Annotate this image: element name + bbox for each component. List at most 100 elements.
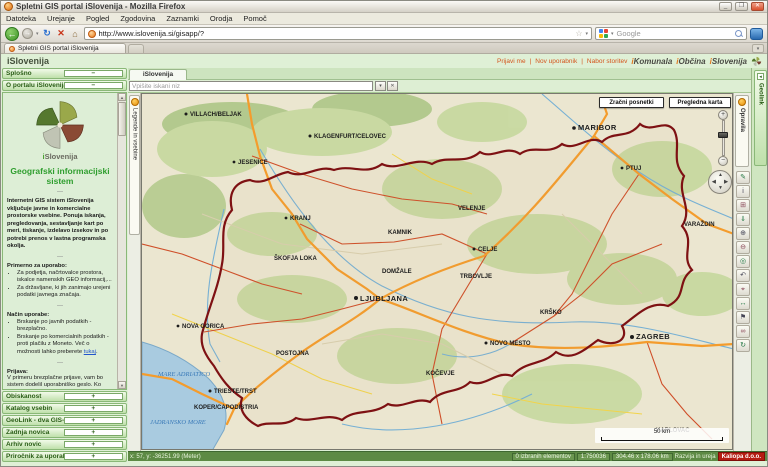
services-link[interactable]: Nabor storitev (587, 58, 627, 65)
map-city-label: KOPER/CAPODISTRIA (194, 405, 259, 411)
tab-gis-portal[interactable]: Spletni GIS portal iSlovenija (4, 43, 126, 53)
link-tool-icon[interactable]: ∞ (736, 325, 750, 338)
select-tool-icon[interactable]: ✎ (736, 171, 750, 184)
restore-button[interactable]: ❐ (735, 2, 748, 11)
menu-pogled[interactable]: Pogled (86, 14, 109, 23)
sidebar-scrollbar[interactable]: ▲ ▼ (117, 93, 126, 389)
map-application: iSlovenija ▾ ✕ (128, 68, 767, 466)
web-search-placeholder[interactable]: Google (617, 29, 732, 38)
sidebar-item-splosno[interactable]: Splošno − (2, 68, 127, 79)
google-logo-icon[interactable] (599, 29, 608, 38)
previous-view-tool-icon[interactable]: ↶ (736, 269, 750, 282)
ikomunala-logo[interactable]: iKomunala (631, 57, 672, 66)
menu-zgodovina[interactable]: Zgodovina (120, 14, 155, 23)
sidebar-item-obiskanost[interactable]: Obiskanost + (2, 391, 127, 402)
expand-icon[interactable]: + (63, 393, 123, 400)
login-link[interactable]: Prijavi me (497, 58, 526, 65)
stop-button[interactable]: ✕ (56, 28, 67, 39)
pan-north-icon[interactable]: ▲ (718, 173, 723, 178)
scrollbar-thumb[interactable] (118, 102, 126, 136)
collapse-icon[interactable]: − (63, 70, 123, 77)
iobcina-logo[interactable]: iObčina (676, 57, 705, 66)
collapse-icon[interactable]: − (63, 82, 123, 89)
web-search-box[interactable]: ▾ Google (595, 27, 747, 40)
menu-zaznamki[interactable]: Zaznamki (166, 14, 199, 23)
bookmark-star-icon[interactable]: ☆ (575, 29, 582, 38)
pan-west-icon[interactable]: ◀ (712, 180, 716, 185)
sidebar-item-katalog-vsebin[interactable]: Katalog vsebin + (2, 403, 127, 414)
aerial-imagery-button[interactable]: Zračni posnetki (599, 97, 664, 108)
address-bar[interactable]: http://www.islovenija.si/gisapp/? ☆ ▾ (83, 27, 592, 40)
zoom-in-icon[interactable]: + (718, 110, 728, 120)
suitable-title: Primerno za uporabo: (7, 262, 67, 269)
company-badge[interactable]: Kaliopa d.o.o. (717, 452, 765, 461)
map-canvas[interactable]: VILLACH/BELJAK KLAGENFURT/CELOVEC JESENI… (141, 93, 733, 450)
zoom-in-tool-icon[interactable]: ⊕ (736, 227, 750, 240)
menu-datoteka[interactable]: Datoteka (6, 14, 36, 23)
pan-east-icon[interactable]: ▶ (724, 180, 728, 185)
list-all-tabs-button[interactable]: ▾ (752, 44, 764, 53)
zoom-slider[interactable]: + − (717, 110, 730, 166)
minimize-button[interactable]: _ (719, 2, 732, 11)
scroll-down-icon[interactable]: ▼ (118, 381, 126, 389)
legend-tab[interactable]: Legende in vsebine (129, 95, 140, 235)
refresh-tool-icon[interactable]: ↻ (736, 339, 750, 352)
measure-tool-icon[interactable]: ↔ (736, 297, 750, 310)
map-city-label: KRŠKO (540, 308, 562, 316)
search-dropdown-icon[interactable]: ▾ (375, 81, 386, 91)
close-button[interactable]: ✕ (751, 2, 764, 11)
sidebar-item-o-portalu[interactable]: O portalu iSlovenija − (2, 80, 127, 91)
zoom-out-tool-icon[interactable]: ⊖ (736, 241, 750, 254)
addon-icon[interactable] (750, 27, 763, 40)
scroll-up-icon[interactable]: ▲ (118, 93, 126, 101)
menu-orodja[interactable]: Orodja (210, 14, 233, 23)
search-clear-icon[interactable]: ✕ (387, 81, 398, 91)
geolink-expand-icon[interactable]: ◂ (757, 73, 764, 80)
overview-map-button[interactable]: Pregledna karta (669, 97, 731, 108)
expand-icon[interactable]: + (63, 441, 123, 448)
expand-icon[interactable]: + (63, 417, 123, 424)
expand-icon[interactable]: + (63, 405, 123, 412)
sidebar-item-prirocnik[interactable]: Priročnik za uporabo + (2, 451, 127, 462)
full-extent-tool-icon[interactable]: ◎ (736, 255, 750, 268)
expand-icon[interactable]: + (63, 453, 123, 460)
menu-urejanje[interactable]: Urejanje (47, 14, 75, 23)
pan-south-icon[interactable]: ▼ (718, 186, 723, 191)
forward-button[interactable]: → (22, 28, 33, 39)
urlbar-dropdown-icon[interactable]: ▾ (585, 31, 588, 37)
print-tool-icon[interactable]: ⊞ (736, 199, 750, 212)
new-tab-stub[interactable] (128, 44, 144, 53)
map-city-label: POSTOJNA (276, 351, 310, 357)
new-user-link[interactable]: Nov uporabnik (535, 58, 577, 65)
map-city-label: TRBOVLJE (460, 274, 492, 280)
history-dropdown-icon[interactable]: ▾ (36, 31, 39, 37)
home-button[interactable]: ⌂ (70, 29, 81, 39)
menu-bar: Datoteka Urejanje Pogled Zgodovina Zazna… (1, 13, 767, 25)
pan-rosette[interactable]: ▲ ▼ ◀ ▶ (708, 170, 732, 194)
map-search-input[interactable] (129, 81, 373, 91)
sidebar-item-geolink[interactable]: GeoLink - dva GIS-a v enem oknu + (2, 415, 127, 426)
tukaj-link[interactable]: tukaj (84, 349, 96, 355)
marker-tool-icon[interactable]: ⚑ (736, 311, 750, 324)
identify-tool-icon[interactable]: i (736, 185, 750, 198)
map-tab-islovenija[interactable]: iSlovenija (129, 69, 187, 80)
zoom-slider-handle[interactable] (718, 132, 728, 138)
back-button[interactable]: ← (5, 26, 19, 41)
geolink-tab[interactable]: ◂ Geolink (754, 70, 767, 166)
search-icon[interactable] (735, 29, 743, 38)
url-text[interactable]: http://www.islovenija.si/gisapp/? (99, 29, 573, 38)
islovenija-logo[interactable]: iSlovenija (710, 57, 747, 66)
sidebar-item-zadnja-novica[interactable]: Zadnja novica + (2, 427, 127, 438)
reload-button[interactable]: ↻ (42, 28, 53, 39)
zoom-out-icon[interactable]: − (718, 156, 728, 166)
sidebar-item-arhiv-novic[interactable]: Arhiv novic + (2, 439, 127, 450)
zoom-slider-track[interactable] (722, 120, 725, 156)
save-tool-icon[interactable]: ⇓ (736, 213, 750, 226)
menu-pomoc[interactable]: Pomoč (243, 14, 266, 23)
search-engine-dropdown-icon[interactable]: ▾ (611, 31, 614, 37)
list-item: Za državljane, ki jih zanimajo urejeni p… (17, 285, 113, 300)
map-city-label: PTUJ (626, 166, 641, 172)
pan-tool-icon[interactable]: ⌖ (736, 283, 750, 296)
tasks-tab[interactable]: Opravila (735, 95, 749, 167)
expand-icon[interactable]: + (63, 429, 123, 436)
